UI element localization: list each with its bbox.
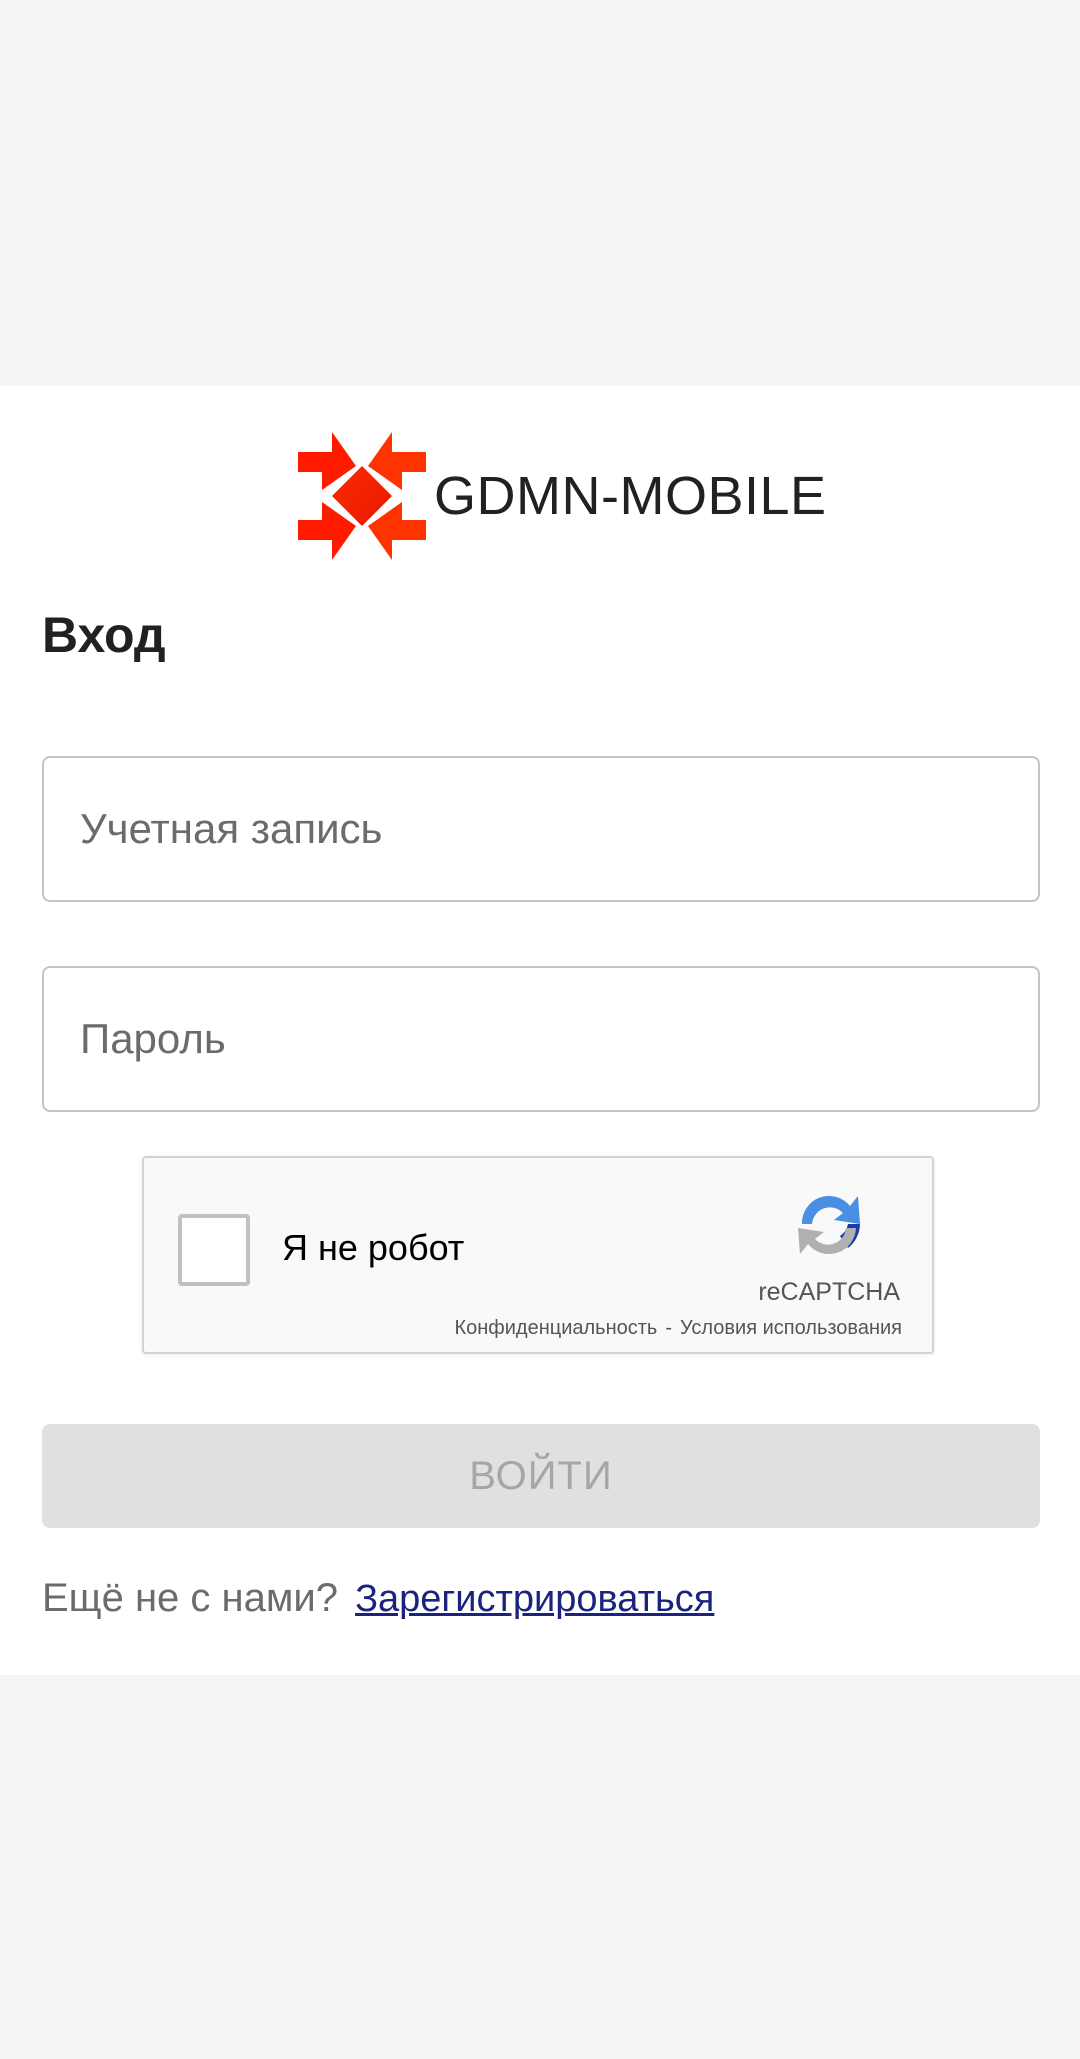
captcha-links: Конфиденциальность - Условия использования <box>454 1318 902 1338</box>
recaptcha-icon <box>798 1195 860 1255</box>
captcha-checkbox[interactable] <box>178 1214 250 1286</box>
captcha-brand: reCAPTCHA <box>758 1278 900 1306</box>
captcha-privacy-link[interactable]: Конфиденциальность <box>454 1317 657 1339</box>
brand-logo-icon <box>298 432 426 560</box>
register-prompt: Ещё не с нами? <box>42 1576 338 1620</box>
account-field <box>42 756 1040 902</box>
captcha-label: Я не робот <box>282 1227 465 1268</box>
login-page: GDMN-MOBILE Вход Я не робот reCAPTCHA Ко… <box>0 0 1080 2059</box>
page-title: Вход <box>42 607 166 663</box>
brand-name: GDMN-MOBILE <box>434 466 827 526</box>
login-button[interactable]: ВОЙТИ <box>42 1424 1040 1528</box>
captcha-terms-link[interactable]: Условия использования <box>680 1317 902 1339</box>
register-row: Ещё не с нами? Зарегистрироваться <box>42 1576 714 1621</box>
login-card: GDMN-MOBILE Вход Я не робот reCAPTCHA Ко… <box>0 386 1080 1675</box>
captcha-link-separator: - <box>665 1317 673 1339</box>
password-input[interactable] <box>44 968 1038 1110</box>
account-input[interactable] <box>44 758 1038 900</box>
recaptcha-widget: Я не робот reCAPTCHA Конфиденциальность -… <box>142 1156 934 1354</box>
brand-header: GDMN-MOBILE <box>294 428 827 564</box>
password-field <box>42 966 1040 1112</box>
register-link[interactable]: Зарегистрироваться <box>355 1578 714 1620</box>
